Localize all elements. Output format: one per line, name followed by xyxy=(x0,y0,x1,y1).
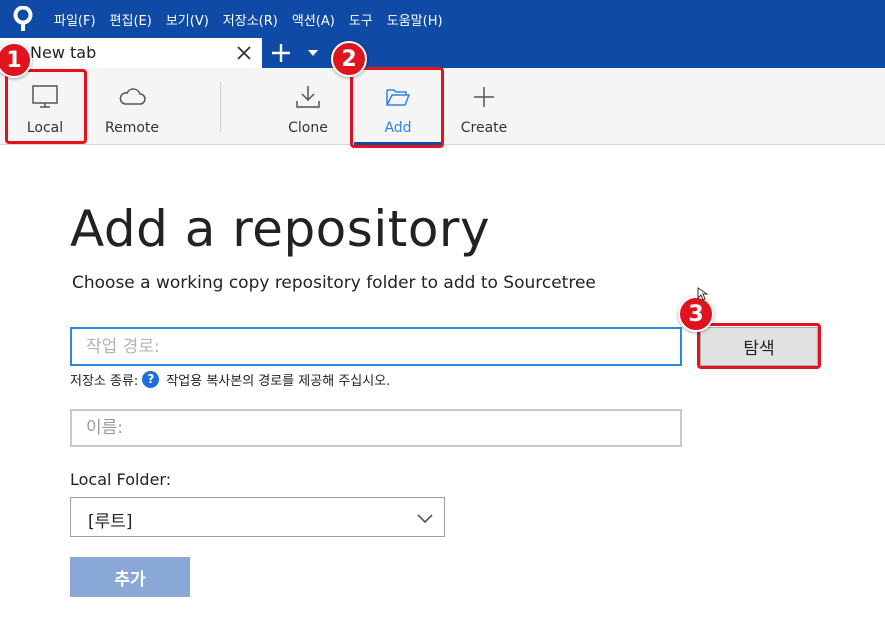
menu-file[interactable]: 파일(F) xyxy=(54,10,96,29)
highlight-box-add xyxy=(350,67,444,148)
local-folder-value: [루트] xyxy=(88,512,133,532)
menu-repository[interactable]: 저장소(R) xyxy=(223,10,278,29)
tab-strip: New tab xyxy=(0,38,885,68)
page-title: Add a repository xyxy=(70,200,491,258)
main-menu: 파일(F) 편집(E) 보기(V) 저장소(R) 액션(A) 도구 도움말(H) xyxy=(54,0,457,38)
mouse-cursor-icon xyxy=(697,287,709,301)
name-input[interactable] xyxy=(70,409,682,447)
add-repository-button[interactable]: 추가 xyxy=(70,557,190,597)
clone-button[interactable]: Clone xyxy=(272,68,344,145)
close-icon[interactable] xyxy=(236,45,252,61)
remote-label: Remote xyxy=(104,120,160,136)
repo-type-label: 저장소 종류: xyxy=(70,373,139,389)
repo-type-hint: 작업용 복사본의 경로를 제공해 주십시오. xyxy=(166,373,391,389)
remote-button[interactable]: Remote xyxy=(94,68,170,145)
tab-label: New tab xyxy=(30,43,97,62)
plus-icon[interactable] xyxy=(270,42,292,64)
plus-icon xyxy=(474,87,494,107)
create-label: Create xyxy=(460,120,508,136)
menu-edit[interactable]: 편집(E) xyxy=(110,10,152,29)
local-folder-select[interactable]: [루트] xyxy=(70,497,445,537)
tab-new-tab[interactable]: New tab xyxy=(0,38,262,68)
step-badge-2: 2 xyxy=(331,41,367,77)
menu-tools[interactable]: 도구 xyxy=(349,10,373,29)
page-subtitle: Choose a working copy repository folder … xyxy=(72,273,596,293)
repo-type-row: 저장소 종류: ? 작업용 복사본의 경로를 제공해 주십시오. xyxy=(70,370,391,389)
step-badge-3: 3 xyxy=(678,296,714,332)
highlight-box-local xyxy=(5,69,87,144)
menu-bar: 파일(F) 편집(E) 보기(V) 저장소(R) 액션(A) 도구 도움말(H) xyxy=(0,0,885,38)
chevron-down-icon xyxy=(417,514,433,524)
browse-button[interactable]: 탐색 xyxy=(700,327,818,366)
working-path-input[interactable] xyxy=(70,327,682,366)
create-button[interactable]: Create xyxy=(448,68,520,145)
menu-actions[interactable]: 액션(A) xyxy=(292,10,335,29)
menu-help[interactable]: 도움말(H) xyxy=(387,10,443,29)
menu-view[interactable]: 보기(V) xyxy=(166,10,209,29)
clone-label: Clone xyxy=(288,120,328,136)
help-icon[interactable]: ? xyxy=(142,370,160,388)
chevron-down-icon[interactable] xyxy=(306,46,320,60)
local-folder-label: Local Folder: xyxy=(70,470,172,489)
toolbar-divider xyxy=(220,82,221,132)
download-icon xyxy=(296,86,320,108)
cloud-icon xyxy=(119,88,146,105)
sourcetree-logo-icon xyxy=(13,6,33,31)
